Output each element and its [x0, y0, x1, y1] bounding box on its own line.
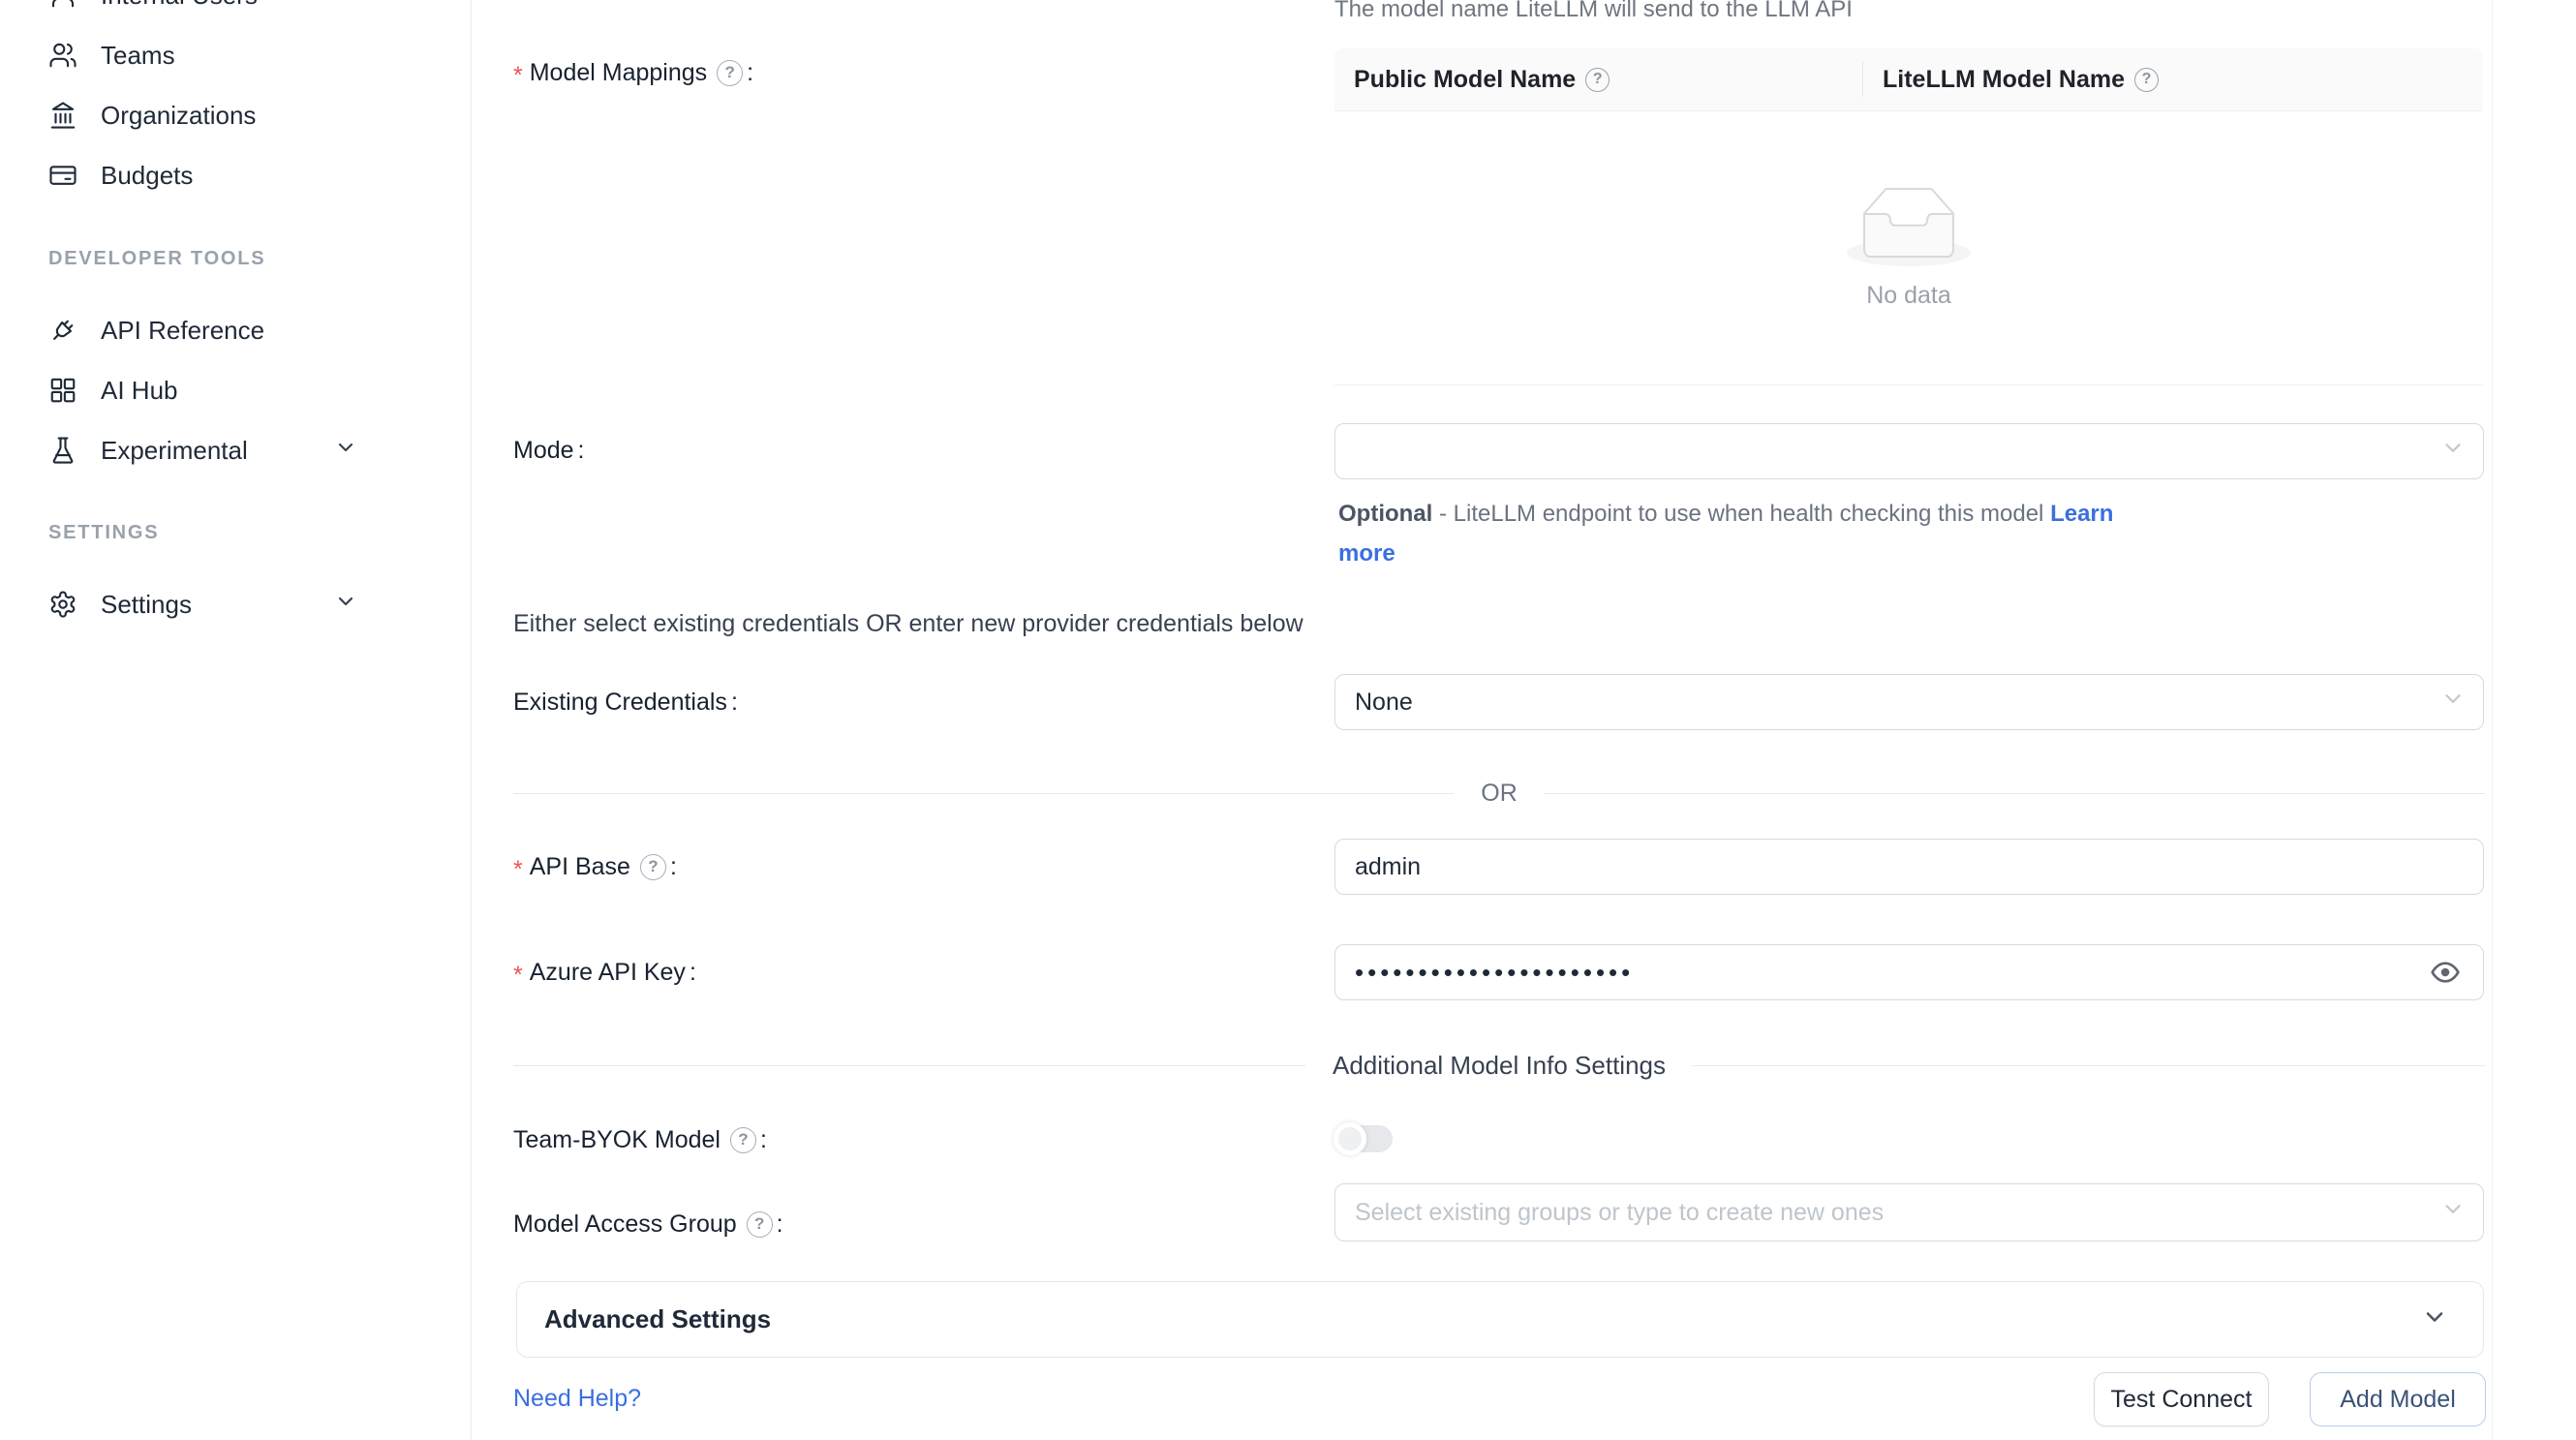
mode-help-text: Optional - LiteLLM endpoint to use when …	[1338, 494, 2157, 573]
azure-api-key-label: * Azure API Key :	[513, 955, 696, 990]
additional-info-divider: Additional Model Info Settings	[513, 1047, 2485, 1084]
column-public-model-name: Public Model Name ?	[1334, 66, 1862, 94]
help-icon[interactable]: ?	[640, 854, 666, 880]
azure-api-key-input-wrap	[1334, 944, 2484, 1000]
api-base-input-wrap	[1334, 839, 2484, 895]
need-help-link[interactable]: Need Help?	[513, 1385, 641, 1413]
help-icon[interactable]: ?	[717, 60, 743, 86]
sidebar-item-label: Budgets	[101, 161, 193, 191]
flask-icon	[48, 436, 77, 465]
sidebar-item-settings[interactable]: Settings	[0, 574, 471, 634]
selected-value: None	[1355, 689, 1413, 717]
sidebar-section-settings: SETTINGS	[0, 513, 471, 552]
sidebar-nav: Internal Users Teams Organizations Budge…	[0, 0, 471, 634]
column-litellm-model-name: LiteLLM Model Name ?	[1863, 66, 2483, 94]
model-mappings-table: Public Model Name ? LiteLLM Model Name ?	[1334, 48, 2483, 385]
sidebar-item-experimental[interactable]: Experimental	[0, 420, 471, 480]
sidebar-item-teams[interactable]: Teams	[0, 25, 471, 85]
scroll-area-divider	[2492, 0, 2493, 1440]
existing-credentials-select-wrap: None	[1334, 674, 2484, 730]
gear-icon	[48, 590, 77, 619]
existing-credentials-label: Existing Credentials :	[513, 685, 738, 720]
no-data-text: No data	[1866, 282, 1951, 310]
existing-credentials-select[interactable]: None	[1334, 674, 2484, 730]
chevron-down-icon	[334, 590, 357, 620]
add-model-button[interactable]: Add Model	[2310, 1372, 2486, 1426]
bank-icon	[48, 101, 77, 130]
sidebar-item-ai-hub[interactable]: AI Hub	[0, 360, 471, 420]
grid-icon	[48, 376, 77, 405]
select-placeholder: Select existing groups or type to create…	[1355, 1199, 1884, 1227]
credit-card-icon	[48, 161, 77, 190]
api-base-label: * API Base ? :	[513, 849, 677, 884]
model-access-group-label: Model Access Group ? :	[513, 1207, 783, 1241]
chevron-down-icon	[2440, 687, 2466, 719]
toggle-knob	[1334, 1122, 1366, 1155]
additional-info-text: Additional Model Info Settings	[1333, 1051, 1666, 1081]
sidebar-item-budgets[interactable]: Budgets	[0, 145, 471, 205]
sidebar-item-label: Teams	[101, 41, 175, 71]
user-icon	[48, 0, 77, 10]
team-byok-label: Team-BYOK Model ? :	[513, 1122, 767, 1157]
sidebar-item-label: Internal Users	[101, 0, 258, 11]
sidebar: Internal Users Teams Organizations Budge…	[0, 0, 472, 1440]
sidebar-item-label: Experimental	[101, 436, 248, 466]
sidebar-item-internal-users[interactable]: Internal Users	[0, 0, 471, 25]
add-model-form: The model name LiteLLM will send to the …	[472, 0, 2576, 1440]
advanced-settings-label: Advanced Settings	[544, 1304, 2421, 1334]
required-mark: *	[513, 850, 523, 884]
users-icon	[48, 41, 77, 70]
chevron-down-icon	[2421, 1303, 2448, 1335]
or-text: OR	[1481, 780, 1518, 808]
sidebar-item-label: Organizations	[101, 101, 256, 131]
sidebar-item-api-reference[interactable]: API Reference	[0, 300, 471, 360]
model-access-group-select[interactable]: Select existing groups or type to create…	[1334, 1183, 2484, 1241]
sidebar-section-developer-tools: DEVELOPER TOOLS	[0, 239, 471, 278]
sidebar-item-organizations[interactable]: Organizations	[0, 85, 471, 145]
mode-label: Mode :	[513, 433, 585, 468]
required-mark: *	[513, 956, 523, 990]
sidebar-item-label: Settings	[101, 590, 192, 620]
table-empty-state: No data	[1334, 111, 2483, 385]
model-access-group-select-wrap: Select existing groups or type to create…	[1334, 1183, 2484, 1241]
model-mappings-label: * Model Mappings ? :	[513, 55, 753, 90]
chevron-down-icon	[2440, 436, 2466, 468]
help-icon[interactable]: ?	[2134, 68, 2159, 92]
mode-select[interactable]	[1334, 423, 2484, 479]
sidebar-item-label: API Reference	[101, 316, 264, 346]
help-icon[interactable]: ?	[730, 1127, 756, 1153]
azure-api-key-input[interactable]	[1334, 944, 2484, 1000]
eye-icon[interactable]	[2426, 953, 2465, 992]
team-byok-toggle[interactable]	[1336, 1125, 1393, 1152]
table-header: Public Model Name ? LiteLLM Model Name ?	[1334, 48, 2483, 111]
or-divider: OR	[513, 775, 2485, 812]
model-name-help-text: The model name LiteLLM will send to the …	[1334, 0, 1853, 23]
plug-icon	[48, 316, 77, 345]
chevron-down-icon	[2440, 1197, 2466, 1229]
advanced-settings-panel[interactable]: Advanced Settings	[516, 1281, 2484, 1358]
help-icon[interactable]: ?	[747, 1211, 773, 1238]
required-mark: *	[513, 56, 523, 90]
empty-inbox-icon	[1847, 187, 1971, 266]
api-base-input[interactable]	[1334, 839, 2484, 895]
chevron-down-icon	[334, 436, 357, 466]
test-connect-button[interactable]: Test Connect	[2094, 1372, 2269, 1426]
sidebar-item-label: AI Hub	[101, 376, 178, 406]
credentials-note: Either select existing credentials OR en…	[513, 610, 1303, 638]
help-icon[interactable]: ?	[1585, 68, 1610, 92]
mode-select-wrap	[1334, 423, 2484, 479]
